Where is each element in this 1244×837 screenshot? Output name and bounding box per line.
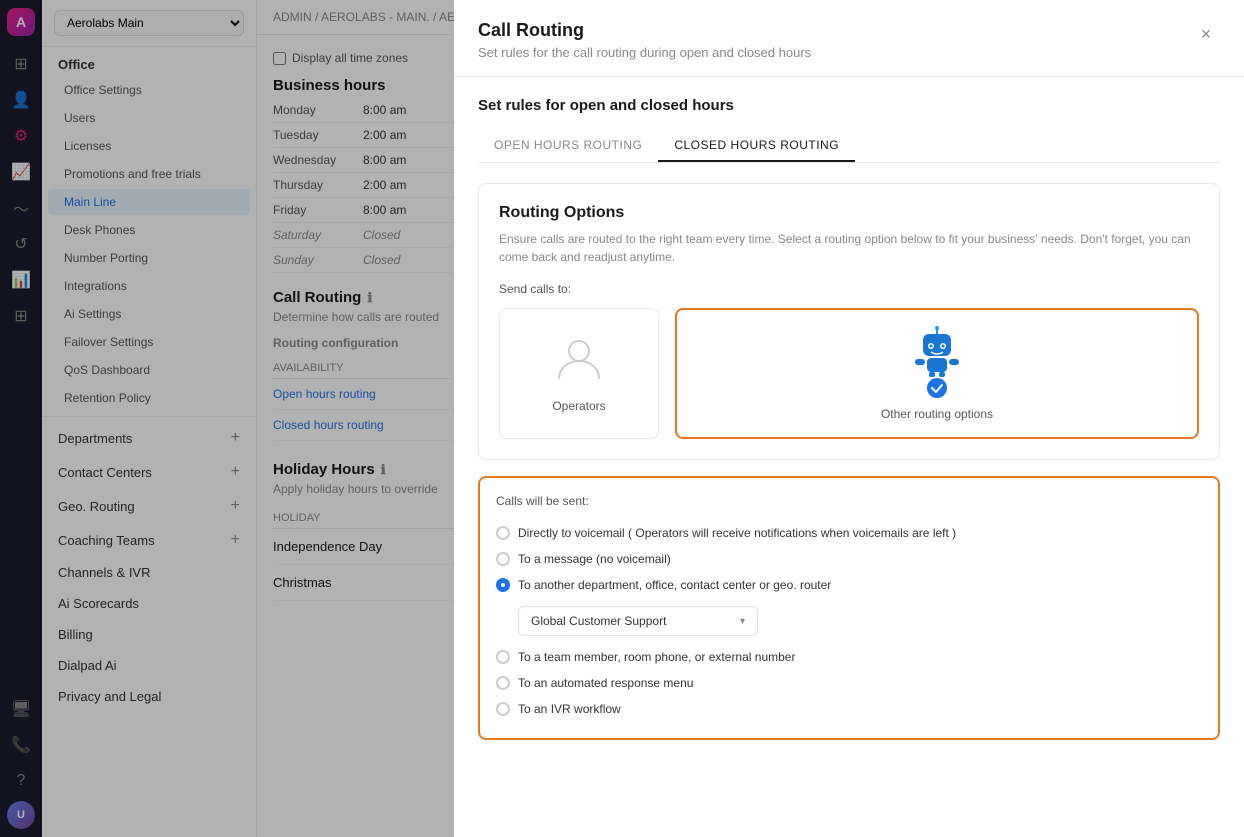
radio-ivr-dot[interactable]	[496, 702, 510, 716]
radio-ivr[interactable]: To an IVR workflow	[496, 696, 1202, 722]
dropdown-chevron-icon: ▾	[740, 616, 745, 627]
operators-person-icon	[555, 335, 603, 391]
radio-voicemail-label: Directly to voicemail ( Operators will r…	[518, 526, 956, 540]
modal-header: Call Routing Set rules for the call rout…	[454, 0, 1244, 77]
modal-body: Set rules for open and closed hours OPEN…	[454, 77, 1244, 837]
radio-department-label: To another department, office, contact c…	[518, 578, 831, 592]
routing-options-desc: Ensure calls are routed to the right tea…	[499, 230, 1199, 266]
choice-operators[interactable]: Operators	[499, 308, 659, 439]
radio-team-member-dot[interactable]	[496, 650, 510, 664]
modal-overlay[interactable]: Call Routing Set rules for the call rout…	[0, 0, 1244, 837]
modal-section-title: Set rules for open and closed hours	[478, 97, 1220, 114]
radio-team-member[interactable]: To a team member, room phone, or externa…	[496, 644, 1202, 670]
radio-team-member-label: To a team member, room phone, or externa…	[518, 650, 795, 664]
routing-choices: Operators	[499, 308, 1199, 439]
modal-subtitle: Set rules for the call routing during op…	[478, 45, 811, 60]
radio-auto-response-dot[interactable]	[496, 676, 510, 690]
radio-voicemail-dot[interactable]	[496, 526, 510, 540]
department-dropdown[interactable]: Global Customer Support ▾	[518, 606, 758, 636]
radio-message[interactable]: To a message (no voicemail)	[496, 546, 1202, 572]
tab-open-hours[interactable]: OPEN HOURS ROUTING	[478, 130, 658, 162]
radio-message-dot[interactable]	[496, 552, 510, 566]
radio-auto-response[interactable]: To an automated response menu	[496, 670, 1202, 696]
choice-other-routing[interactable]: Other routing options	[675, 308, 1199, 439]
radio-department[interactable]: To another department, office, contact c…	[496, 572, 1202, 598]
sub-options-card: Calls will be sent: Directly to voicemai…	[478, 476, 1220, 740]
radio-department-dot[interactable]	[496, 578, 510, 592]
department-dropdown-value: Global Customer Support	[531, 614, 666, 628]
other-routing-label: Other routing options	[881, 407, 993, 421]
modal: Call Routing Set rules for the call rout…	[454, 0, 1244, 837]
radio-ivr-label: To an IVR workflow	[518, 702, 621, 716]
operators-label: Operators	[552, 399, 605, 413]
routing-options-card: Routing Options Ensure calls are routed …	[478, 183, 1220, 460]
routing-options-title: Routing Options	[499, 204, 1199, 222]
radio-auto-response-label: To an automated response menu	[518, 676, 693, 690]
tab-closed-hours[interactable]: CLOSED HOURS ROUTING	[658, 130, 855, 162]
radio-message-label: To a message (no voicemail)	[518, 552, 671, 566]
calls-will-be-sent-label: Calls will be sent:	[496, 494, 1202, 508]
robot-icon-group	[911, 326, 963, 378]
selected-checkmark-icon	[927, 378, 947, 398]
modal-close-button[interactable]: ×	[1192, 20, 1220, 48]
send-calls-label: Send calls to:	[499, 282, 1199, 296]
modal-title-group: Call Routing Set rules for the call rout…	[478, 20, 811, 60]
radio-voicemail[interactable]: Directly to voicemail ( Operators will r…	[496, 520, 1202, 546]
routing-tabs: OPEN HOURS ROUTING CLOSED HOURS ROUTING	[478, 130, 1220, 163]
modal-title: Call Routing	[478, 20, 811, 41]
